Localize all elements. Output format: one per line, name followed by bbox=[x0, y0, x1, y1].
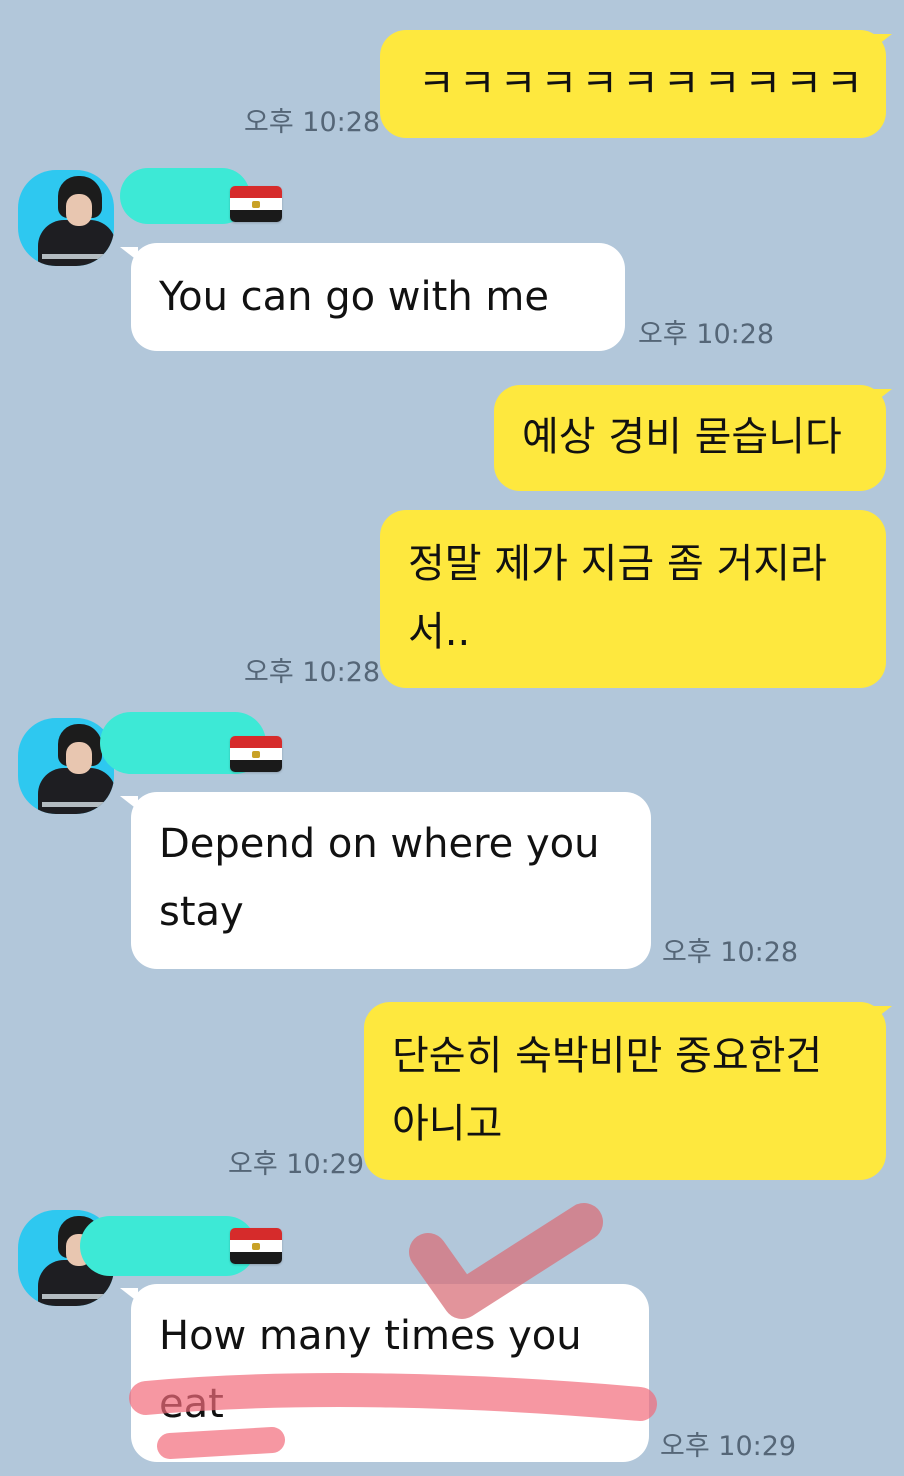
highlight-annotations bbox=[129, 1203, 657, 1459]
checkmark-icon bbox=[409, 1203, 603, 1319]
underline-stroke bbox=[129, 1373, 657, 1421]
underline-stroke bbox=[157, 1427, 285, 1459]
